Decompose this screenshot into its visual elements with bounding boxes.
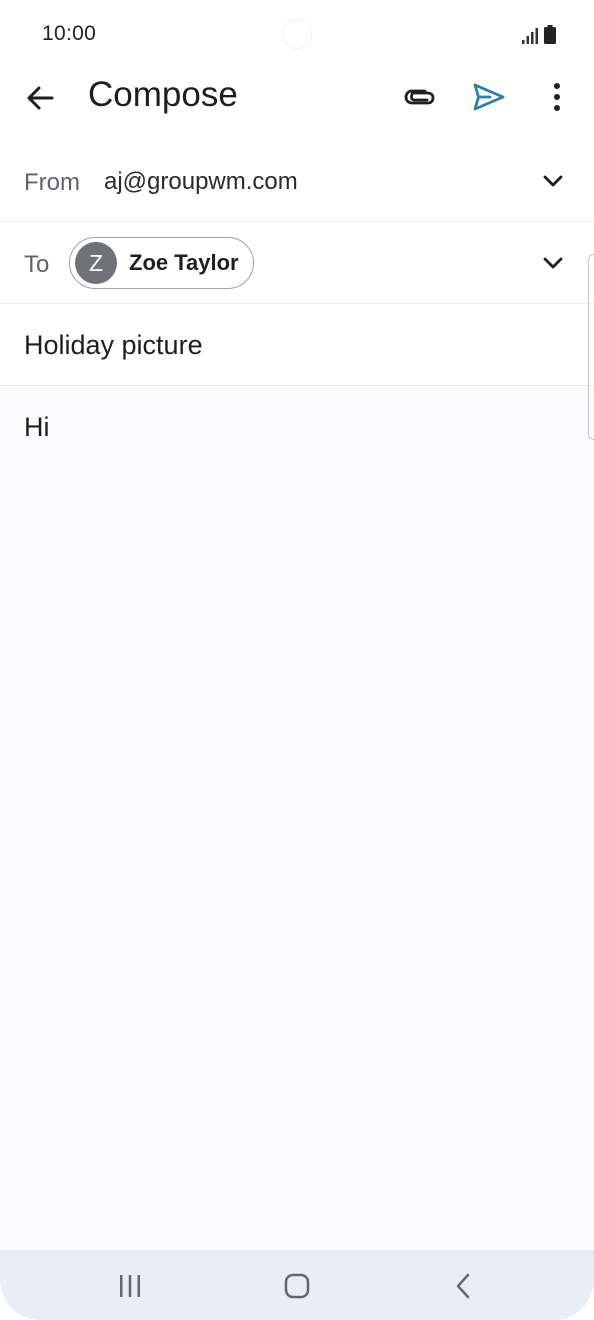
subject-input[interactable]: Holiday picture (24, 330, 203, 361)
status-bar: 10:00 (0, 0, 594, 68)
home-button[interactable] (281, 1270, 313, 1302)
send-button[interactable] (470, 78, 508, 116)
recipient-chip[interactable]: Z Zoe Taylor (69, 237, 254, 289)
compose-body[interactable]: Hi (0, 386, 594, 1250)
home-icon (284, 1273, 310, 1299)
paperclip-icon (404, 89, 435, 105)
recipient-name: Zoe Taylor (129, 250, 239, 275)
nav-back-button[interactable] (448, 1270, 480, 1302)
from-label: From (24, 169, 80, 196)
status-icons (522, 24, 556, 44)
avatar: Z (75, 242, 117, 284)
recents-icon (120, 1275, 140, 1297)
phone-screen: 10:00 Compose From aj@groupwm.com To Z Z… (0, 0, 594, 1320)
subject-field[interactable]: Holiday picture (0, 304, 594, 386)
front-camera (282, 19, 312, 49)
to-row[interactable]: To Z Zoe Taylor (0, 222, 594, 304)
nav-back-icon (456, 1273, 470, 1299)
from-row[interactable]: From aj@groupwm.com (0, 140, 594, 222)
app-bar: Compose (0, 68, 594, 140)
status-time: 10:00 (42, 22, 97, 45)
more-vert-icon (554, 83, 560, 111)
back-button[interactable] (22, 80, 58, 116)
chevron-down-icon (543, 257, 563, 269)
page-title: Compose (88, 75, 238, 114)
chevron-down-icon (543, 175, 563, 187)
from-account[interactable]: aj@groupwm.com (104, 168, 298, 196)
to-expand-button[interactable] (538, 248, 568, 278)
more-options-button[interactable] (540, 78, 574, 116)
scrollbar[interactable] (588, 254, 594, 440)
send-icon (473, 83, 505, 111)
recents-button[interactable] (114, 1270, 146, 1302)
back-arrow-icon (27, 86, 54, 110)
body-input[interactable]: Hi (24, 412, 50, 443)
battery-icon (544, 25, 556, 44)
attach-button[interactable] (401, 78, 439, 116)
system-nav-bar (0, 1250, 594, 1320)
to-label: To (24, 251, 50, 278)
from-expand-button[interactable] (538, 166, 568, 196)
signal-icon (522, 28, 538, 44)
